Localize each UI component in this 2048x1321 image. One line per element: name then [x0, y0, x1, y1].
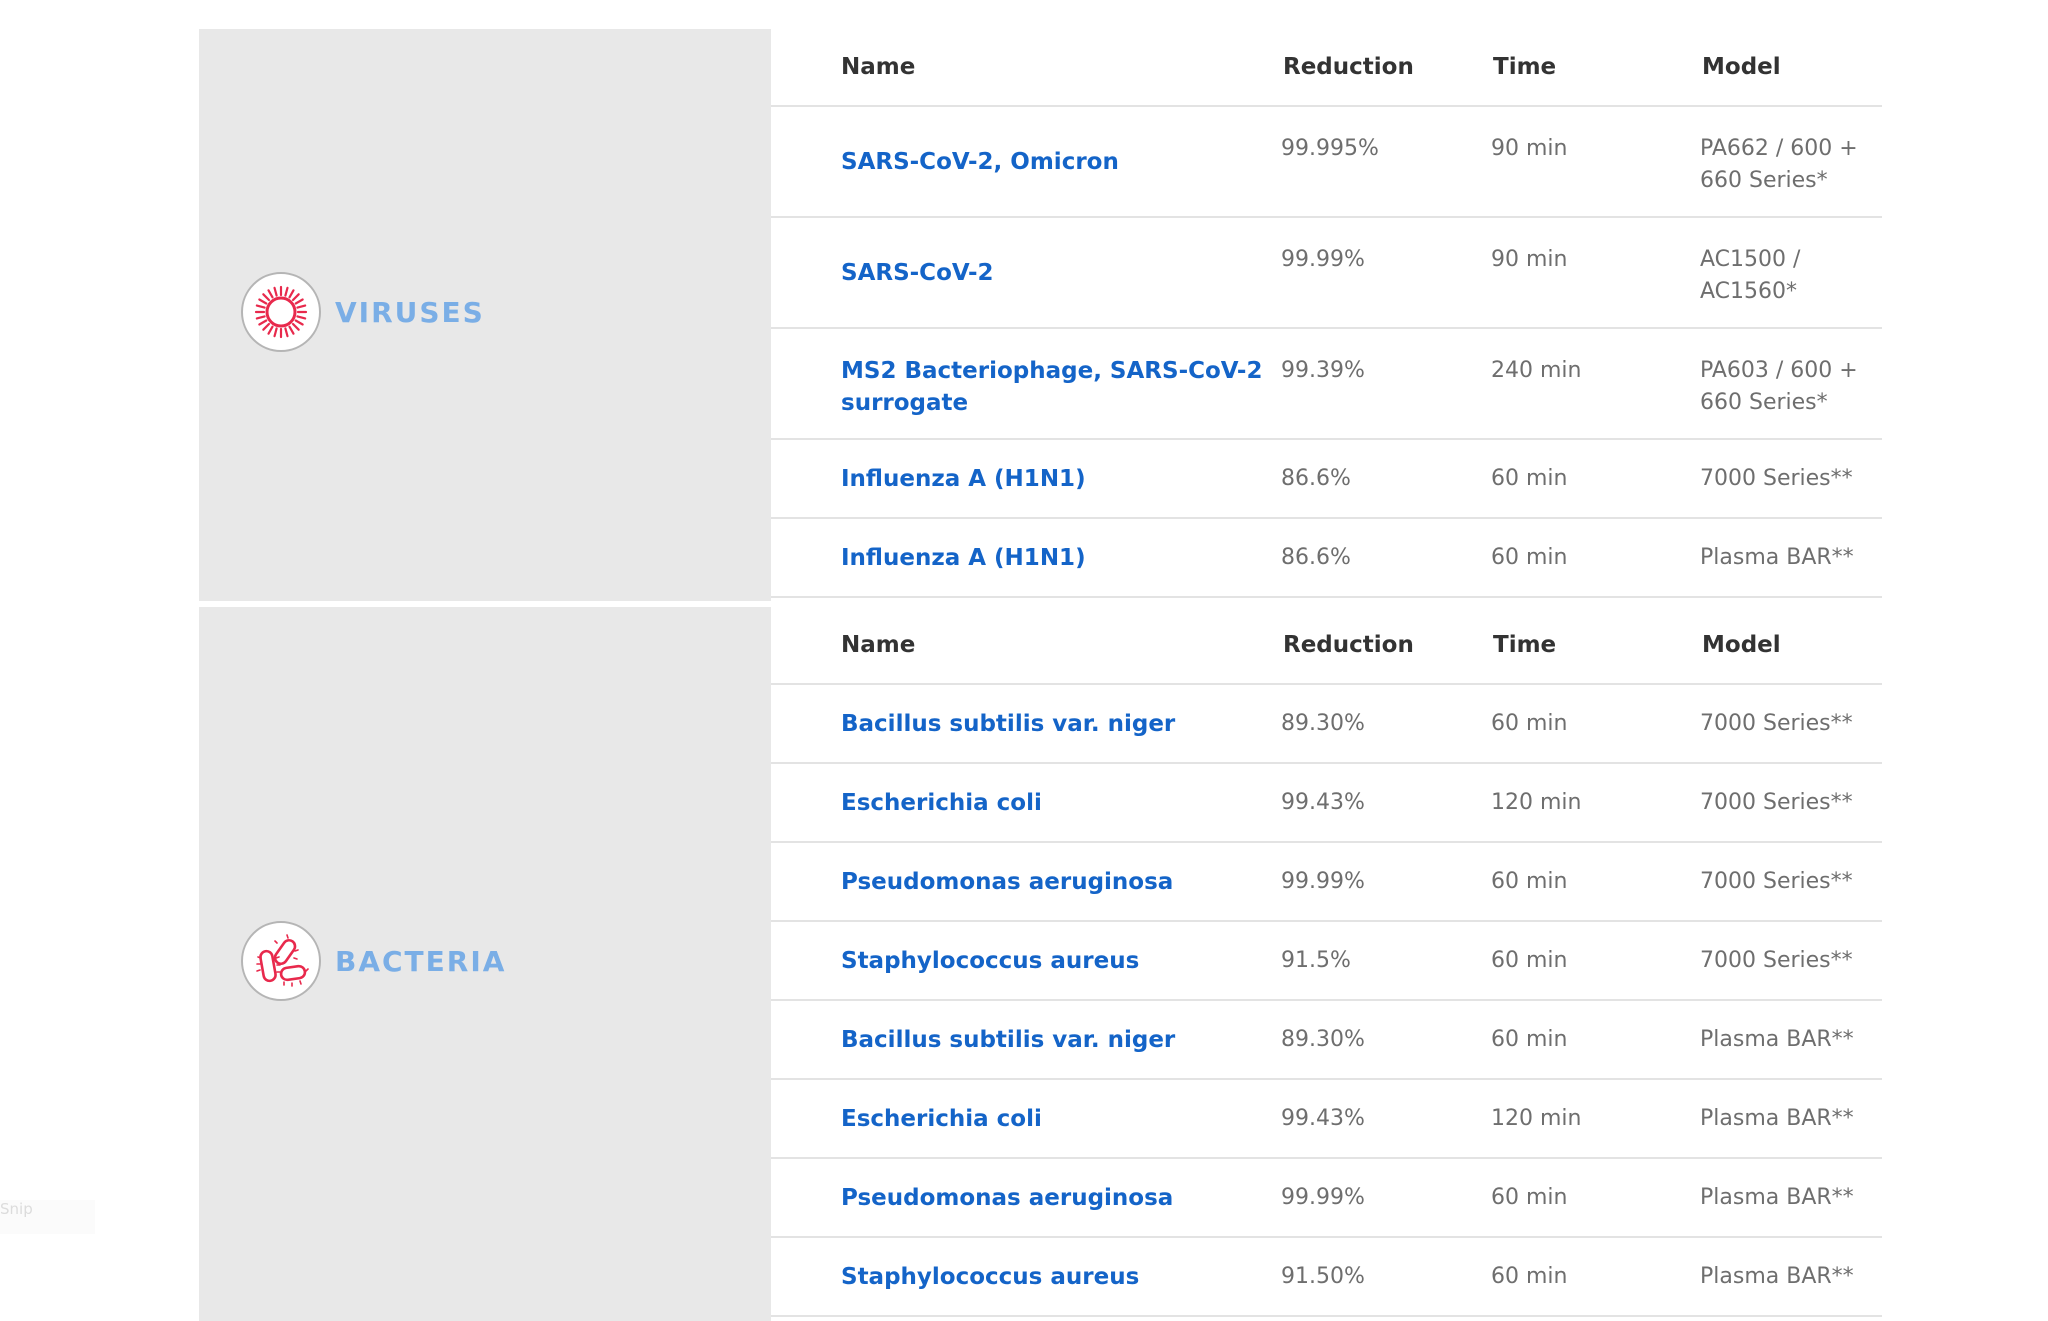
organism-name-link[interactable]: Bacillus subtilis var. niger	[771, 684, 1281, 764]
model-value: 7000 Series**	[1700, 921, 1882, 1001]
time-value: 90 min	[1491, 106, 1700, 218]
model-value: PA603 / 600 + 660 Series*	[1700, 328, 1882, 440]
time-value: 60 min	[1491, 1237, 1700, 1317]
organism-name-link[interactable]: Influenza A (H1N1)	[771, 518, 1281, 598]
table-row: Influenza A (H1N1) 86.6% 60 min 7000 Ser…	[771, 439, 1882, 519]
bacteria-label: BACTERIA	[335, 944, 507, 978]
bacteria-icon	[241, 921, 321, 1001]
table-row: Staphylococcus aureus 91.5% 60 min 7000 …	[771, 921, 1882, 1001]
organism-name-link[interactable]: Bacillus subtilis var. niger	[771, 1000, 1281, 1080]
column-header-time: Time	[1491, 29, 1700, 107]
reduction-value: 86.6%	[1281, 518, 1491, 598]
column-header-time: Time	[1491, 607, 1700, 685]
reduction-value: 91.5%	[1281, 921, 1491, 1001]
organism-name-link[interactable]: SARS-CoV-2, Omicron	[771, 106, 1281, 218]
reduction-value: 99.39%	[1281, 328, 1491, 440]
model-value: 7000 Series**	[1700, 763, 1882, 843]
snip-hint: Snip	[0, 1200, 95, 1234]
reduction-value: 86.6%	[1281, 439, 1491, 519]
reduction-value: 89.30%	[1281, 684, 1491, 764]
time-value: 60 min	[1491, 518, 1700, 598]
reduction-value: 99.99%	[1281, 842, 1491, 922]
reduction-value: 91.50%	[1281, 1237, 1491, 1317]
viruses-table-header-row: Name Reduction Time Model	[771, 29, 1882, 107]
column-header-reduction: Reduction	[1281, 29, 1491, 107]
time-value: 120 min	[1491, 763, 1700, 843]
reduction-value: 99.43%	[1281, 1079, 1491, 1159]
reduction-value: 89.30%	[1281, 1000, 1491, 1080]
bacteria-table: Name Reduction Time Model Bacillus subti…	[771, 607, 1882, 1317]
organism-name-link[interactable]: Escherichia coli	[771, 763, 1281, 843]
model-value: 7000 Series**	[1700, 842, 1882, 922]
column-header-reduction: Reduction	[1281, 607, 1491, 685]
table-row: Escherichia coli 99.43% 120 min Plasma B…	[771, 1079, 1882, 1159]
table-row: Bacillus subtilis var. niger 89.30% 60 m…	[771, 684, 1882, 764]
time-value: 60 min	[1491, 921, 1700, 1001]
reduction-value: 99.99%	[1281, 217, 1491, 329]
table-row: Pseudomonas aeruginosa 99.99% 60 min Pla…	[771, 1158, 1882, 1238]
bacteria-table-area: Name Reduction Time Model Bacillus subti…	[771, 607, 1882, 1321]
organism-name-link[interactable]: Influenza A (H1N1)	[771, 439, 1281, 519]
virus-icon	[241, 272, 321, 352]
model-value: Plasma BAR**	[1700, 518, 1882, 598]
table-row: Bacillus subtilis var. niger 89.30% 60 m…	[771, 1000, 1882, 1080]
time-value: 60 min	[1491, 439, 1700, 519]
table-row: Influenza A (H1N1) 86.6% 60 min Plasma B…	[771, 518, 1882, 598]
table-row: SARS-CoV-2, Omicron 99.995% 90 min PA662…	[771, 106, 1882, 218]
organism-name-link[interactable]: Staphylococcus aureus	[771, 1237, 1281, 1317]
organism-name-link[interactable]: Pseudomonas aeruginosa	[771, 842, 1281, 922]
model-value: 7000 Series**	[1700, 684, 1882, 764]
model-value: AC1500 / AC1560*	[1700, 217, 1882, 329]
model-value: 7000 Series**	[1700, 439, 1882, 519]
time-value: 90 min	[1491, 217, 1700, 329]
viruses-label: VIRUSES	[335, 295, 485, 329]
model-value: Plasma BAR**	[1700, 1000, 1882, 1080]
viruses-category-panel: VIRUSES	[199, 29, 771, 601]
organism-name-link[interactable]: Pseudomonas aeruginosa	[771, 1158, 1281, 1238]
bacteria-category-panel: BACTERIA	[199, 607, 771, 1321]
time-value: 60 min	[1491, 1158, 1700, 1238]
bacteria-header: BACTERIA	[241, 921, 506, 1001]
viruses-table: Name Reduction Time Model SARS-CoV-2, Om…	[771, 29, 1882, 598]
time-value: 60 min	[1491, 1000, 1700, 1080]
model-value: Plasma BAR**	[1700, 1079, 1882, 1159]
table-row: MS2 Bacteriophage, SARS-CoV-2 surrogate …	[771, 328, 1882, 440]
model-value: PA662 / 600 + 660 Series*	[1700, 106, 1882, 218]
model-value: Plasma BAR**	[1700, 1237, 1882, 1317]
column-header-name: Name	[771, 607, 1281, 685]
time-value: 60 min	[1491, 842, 1700, 922]
model-value: Plasma BAR**	[1700, 1158, 1882, 1238]
column-header-model: Model	[1700, 29, 1882, 107]
reduction-value: 99.99%	[1281, 1158, 1491, 1238]
viruses-table-area: Name Reduction Time Model SARS-CoV-2, Om…	[771, 29, 1882, 601]
table-row: Staphylococcus aureus 91.50% 60 min Plas…	[771, 1237, 1882, 1317]
organism-name-link[interactable]: Escherichia coli	[771, 1079, 1281, 1159]
viruses-header: VIRUSES	[241, 272, 485, 352]
time-value: 60 min	[1491, 684, 1700, 764]
reduction-value: 99.995%	[1281, 106, 1491, 218]
organism-name-link[interactable]: MS2 Bacteriophage, SARS-CoV-2 surrogate	[771, 328, 1281, 440]
column-header-name: Name	[771, 29, 1281, 107]
time-value: 120 min	[1491, 1079, 1700, 1159]
time-value: 240 min	[1491, 328, 1700, 440]
organism-name-link[interactable]: Staphylococcus aureus	[771, 921, 1281, 1001]
reduction-value: 99.43%	[1281, 763, 1491, 843]
bacteria-section: BACTERIA Name Reduction Time Model Bacil…	[199, 607, 1882, 1321]
table-row: Pseudomonas aeruginosa 99.99% 60 min 700…	[771, 842, 1882, 922]
table-row: SARS-CoV-2 99.99% 90 min AC1500 / AC1560…	[771, 217, 1882, 329]
organism-name-link[interactable]: SARS-CoV-2	[771, 217, 1281, 329]
column-header-model: Model	[1700, 607, 1882, 685]
bacteria-table-header-row: Name Reduction Time Model	[771, 607, 1882, 685]
table-row: Escherichia coli 99.43% 120 min 7000 Ser…	[771, 763, 1882, 843]
viruses-section: VIRUSES Name Reduction Time Model SARS-C…	[199, 29, 1882, 601]
